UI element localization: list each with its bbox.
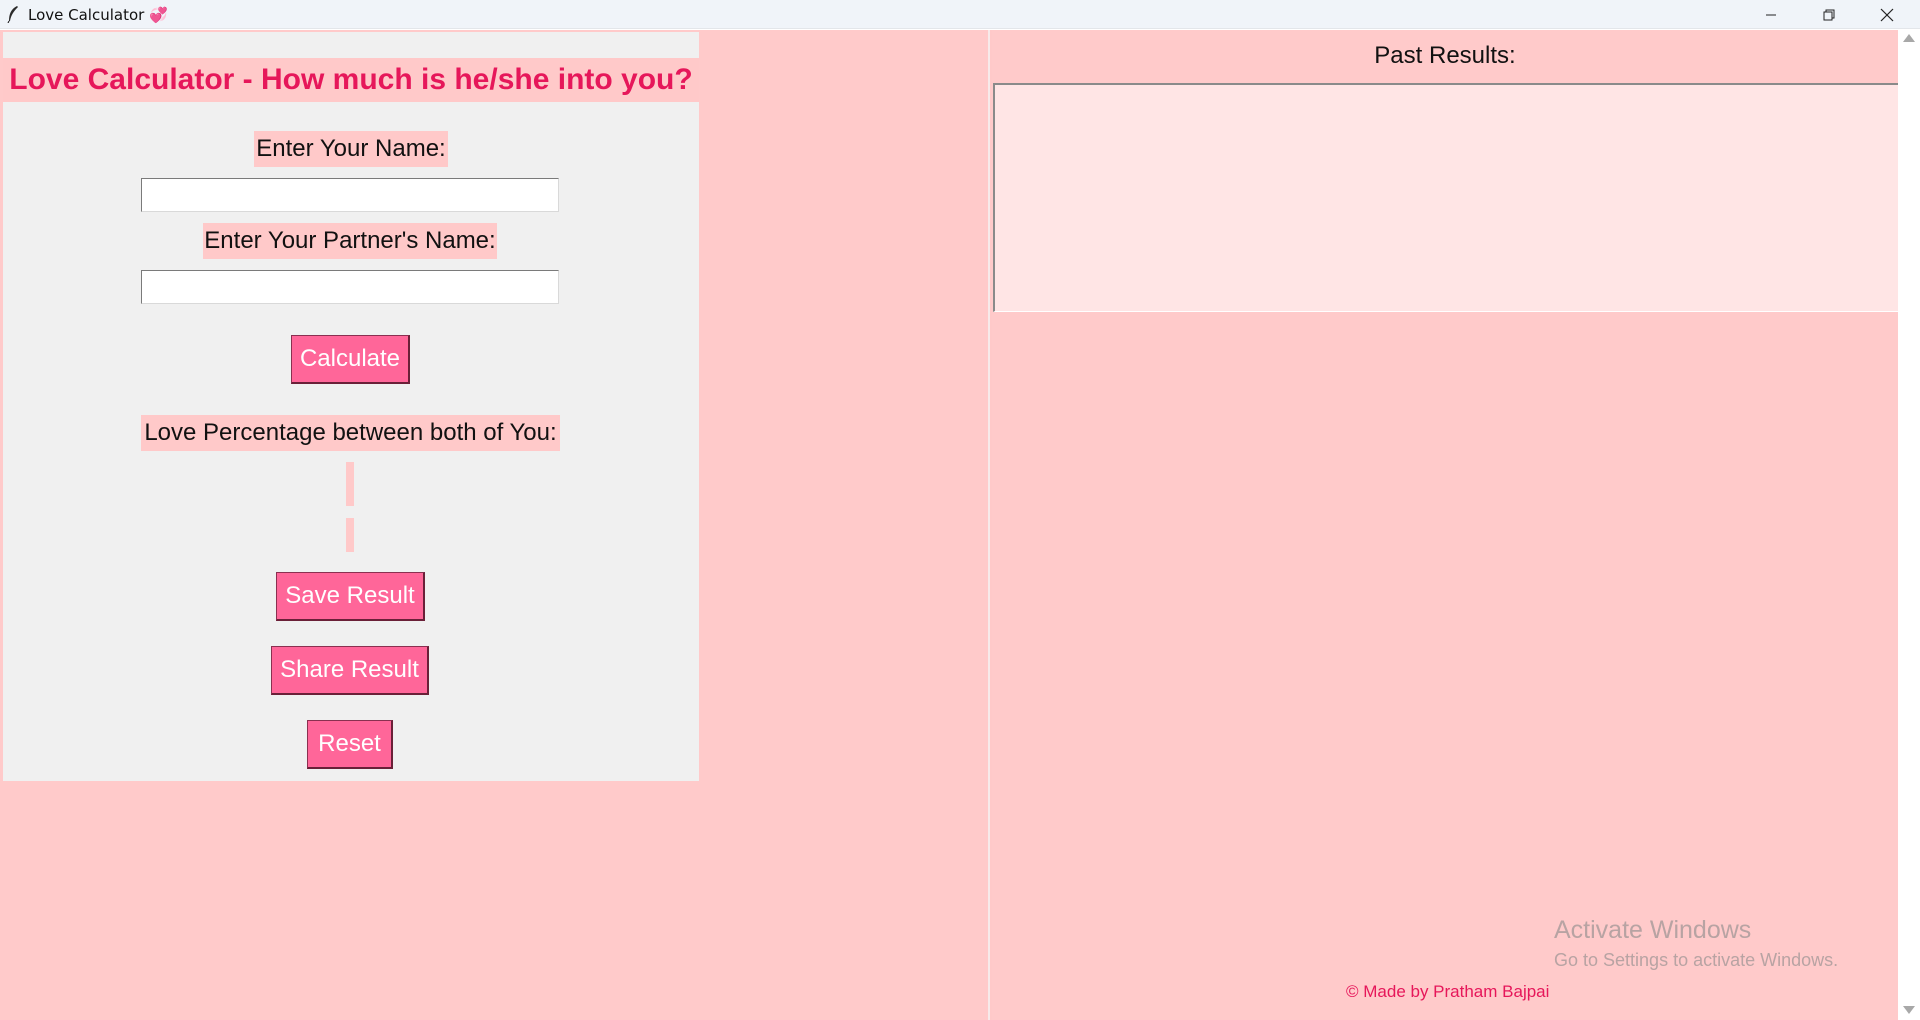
restore-icon: [1823, 9, 1835, 20]
share-result-button[interactable]: Share Result: [271, 646, 429, 695]
love-percentage-label: Love Percentage between both of You:: [141, 415, 560, 451]
percentage-result: [346, 462, 354, 506]
scroll-down-arrow-icon[interactable]: [1903, 1006, 1915, 1014]
page-title: Love Calculator - How much is he/she int…: [3, 58, 699, 102]
your-name-label: Enter Your Name:: [254, 131, 448, 167]
your-name-input[interactable]: [141, 178, 559, 212]
partner-name-input[interactable]: [141, 270, 559, 304]
past-results-panel: Past Results:: [992, 30, 1898, 1020]
reset-button[interactable]: Reset: [307, 720, 393, 769]
window-titlebar: Love Calculator 💞: [0, 0, 1920, 29]
app-window: Love Calculator - How much is he/she int…: [0, 30, 1920, 1020]
footer-credit: © Made by Pratham Bajpai: [1346, 982, 1550, 1001]
save-result-button[interactable]: Save Result: [276, 572, 425, 621]
partner-name-label: Enter Your Partner's Name:: [203, 223, 497, 259]
minimize-icon: [1766, 14, 1776, 15]
past-results-list[interactable]: [993, 83, 1898, 312]
past-results-title: Past Results:: [1374, 42, 1516, 69]
vertical-scrollbar[interactable]: [1898, 30, 1920, 1020]
window-title: Love Calculator 💞: [28, 6, 168, 24]
activate-windows-subtitle: Go to Settings to activate Windows.: [1554, 950, 1839, 970]
feather-app-icon: [7, 6, 18, 23]
activate-windows-title: Activate Windows: [1554, 916, 1752, 944]
minimize-button[interactable]: [1742, 0, 1800, 29]
restore-button[interactable]: [1800, 0, 1858, 29]
close-icon: [1880, 8, 1894, 21]
calculate-button[interactable]: Calculate: [291, 335, 410, 384]
scroll-up-arrow-icon[interactable]: [1903, 34, 1915, 42]
result-message: [346, 518, 354, 552]
close-button[interactable]: [1858, 0, 1916, 29]
left-column: Love Calculator - How much is he/she int…: [0, 30, 990, 1020]
